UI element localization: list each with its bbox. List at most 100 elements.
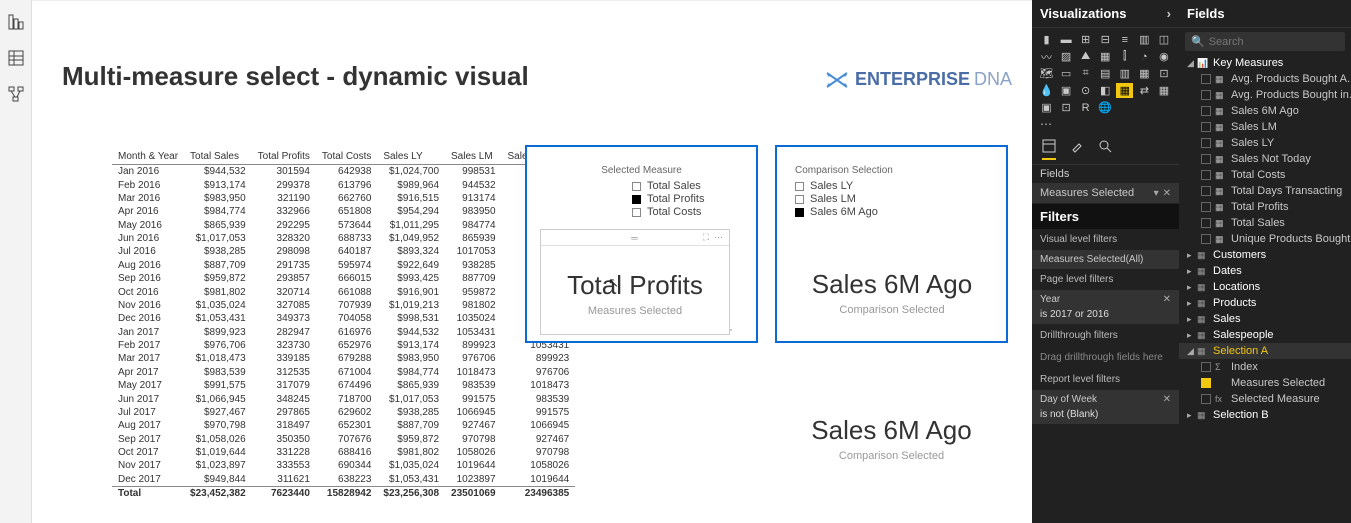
table-header[interactable]: Total Sales: [184, 149, 252, 165]
report-view-icon[interactable]: [0, 6, 32, 38]
visual-type-icon[interactable]: ⫿: [1116, 49, 1133, 64]
table-item[interactable]: ▸▦Sales: [1179, 311, 1351, 327]
model-view-icon[interactable]: [0, 78, 32, 110]
table-row[interactable]: Jul 2017$927,467297865629602$938,2851066…: [112, 406, 575, 419]
visual-type-icon[interactable]: ▥: [1136, 32, 1153, 47]
filter-dayofweek[interactable]: Day of Week✕: [1032, 390, 1179, 409]
table-row[interactable]: May 2016$865,939292295573644$1,011,29598…: [112, 219, 575, 232]
table-row[interactable]: Sep 2016$959,872293857666015$993,4258877…: [112, 272, 575, 285]
table-row[interactable]: Jan 2017$899,923282947616976$944,5321053…: [112, 326, 575, 339]
visual-type-icon[interactable]: ◫: [1155, 32, 1172, 47]
visual-type-icon[interactable]: ▤: [1097, 66, 1114, 81]
field-item[interactable]: ▦Total Costs: [1179, 167, 1351, 183]
field-checkbox[interactable]: [1201, 90, 1211, 100]
table-row[interactable]: Nov 2017$1,023,897333553690344$1,035,024…: [112, 459, 575, 472]
table-row[interactable]: Mar 2016$983,950321190662760$916,5159131…: [112, 192, 575, 205]
data-view-icon[interactable]: [0, 42, 32, 74]
visual-type-icon[interactable]: ⊙: [1077, 83, 1094, 98]
table-row[interactable]: Dec 2017$949,844311621638223$1,053,43110…: [112, 473, 575, 487]
remove-filter-icon[interactable]: ✕: [1163, 294, 1171, 305]
visual-type-icon[interactable]: 🗺: [1038, 66, 1055, 81]
table-item[interactable]: ▸▦Dates: [1179, 263, 1351, 279]
visual-type-icon[interactable]: ▣: [1058, 83, 1075, 98]
table-item[interactable]: ▸▦Locations: [1179, 279, 1351, 295]
table-item[interactable]: ▸▦Customers: [1179, 247, 1351, 263]
slicer-item[interactable]: Total Profits: [632, 193, 756, 205]
visual-type-icon[interactable]: ⊡: [1058, 100, 1075, 115]
field-item[interactable]: fxSelected Measure: [1179, 391, 1351, 407]
dropdown-icon[interactable]: ▾: [1154, 188, 1159, 199]
table-row[interactable]: Nov 2016$1,035,024327085707939$1,019,213…: [112, 299, 575, 312]
card-total-profits[interactable]: ═ ⛶ ⋯ Total Profits Measures Selected: [540, 229, 730, 335]
visual-type-icon[interactable]: 🌐: [1097, 100, 1114, 115]
field-item[interactable]: ▦Total Days Transacting: [1179, 183, 1351, 199]
checkbox-icon[interactable]: [795, 208, 804, 217]
checkbox-icon[interactable]: [632, 195, 641, 204]
field-item[interactable]: ▦Avg. Products Bought A...: [1179, 71, 1351, 87]
visual-type-icon[interactable]: ▦: [1097, 49, 1114, 64]
table-row[interactable]: Mar 2017$1,018,473339185679288$983,95097…: [112, 352, 575, 365]
field-checkbox[interactable]: [1201, 170, 1211, 180]
slicer-item[interactable]: Sales LM: [795, 193, 1006, 205]
more-visuals-icon[interactable]: ⋯: [1032, 117, 1179, 135]
field-item[interactable]: ▦Avg. Products Bought in...: [1179, 87, 1351, 103]
visual-type-icon[interactable]: ⇄: [1136, 83, 1153, 98]
fields-tab-icon[interactable]: [1042, 139, 1056, 160]
visual-type-icon[interactable]: ⊞: [1077, 32, 1094, 47]
table-row[interactable]: Feb 2017$976,706323730652976$913,1748999…: [112, 339, 575, 352]
table-row[interactable]: Jul 2016$938,285298098640187$893,3241017…: [112, 245, 575, 258]
slicer-item[interactable]: Sales LY: [795, 180, 1006, 192]
visual-type-icon[interactable]: ▦: [1155, 83, 1172, 98]
visual-type-icon[interactable]: ≡: [1116, 32, 1133, 47]
table-header[interactable]: Total Costs: [316, 149, 377, 165]
analytics-tab-icon[interactable]: [1098, 139, 1112, 160]
table-item[interactable]: ▸▦Products: [1179, 295, 1351, 311]
visual-type-icon[interactable]: ⌗: [1077, 66, 1094, 81]
visual-type-icon[interactable]: ⊟: [1097, 32, 1114, 47]
field-checkbox[interactable]: [1201, 74, 1211, 84]
filter-year[interactable]: Year✕: [1032, 290, 1179, 309]
table-row[interactable]: Jun 2016$1,017,053328320688733$1,049,952…: [112, 232, 575, 245]
visual-type-icon[interactable]: ▦: [1136, 66, 1153, 81]
table-header[interactable]: Total Profits: [252, 149, 316, 165]
collapse-icon[interactable]: ›: [1167, 6, 1171, 21]
table-row[interactable]: Oct 2016$981,802320714661088$916,9019598…: [112, 285, 575, 298]
visual-type-icon[interactable]: ◉: [1155, 49, 1172, 64]
field-checkbox[interactable]: [1201, 378, 1211, 388]
visual-type-icon[interactable]: ▥: [1116, 66, 1133, 81]
slicer-item[interactable]: Total Sales: [632, 180, 756, 192]
field-item[interactable]: ▦Sales LY: [1179, 135, 1351, 151]
field-item[interactable]: ▦Sales Not Today: [1179, 151, 1351, 167]
field-well-measures[interactable]: Measures Selected ▾✕: [1032, 183, 1179, 204]
table-row[interactable]: Aug 2016$887,709291735595974$922,6499382…: [112, 259, 575, 272]
table-row[interactable]: Jan 2016$944,532301594642938$1,024,70099…: [112, 165, 575, 179]
slicer-item[interactable]: Sales 6M Ago: [795, 206, 1006, 218]
search-input[interactable]: [1209, 36, 1351, 48]
table-row[interactable]: May 2017$991,575317079674496$865,9399835…: [112, 379, 575, 392]
table-row[interactable]: Apr 2017$983,539312535671004$984,7741018…: [112, 366, 575, 379]
table-row[interactable]: Apr 2016$984,774332966651808$954,2949839…: [112, 205, 575, 218]
visual-type-icon[interactable]: ◧: [1097, 83, 1114, 98]
visual-type-icon[interactable]: R: [1077, 100, 1094, 115]
field-checkbox[interactable]: [1201, 122, 1211, 132]
search-box[interactable]: 🔍: [1185, 32, 1345, 51]
card-sales-6m[interactable]: Sales 6M Ago Comparison Selected: [785, 415, 998, 462]
remove-field-icon[interactable]: ✕: [1163, 188, 1171, 199]
remove-filter-icon[interactable]: ✕: [1163, 394, 1171, 405]
visual-type-icon[interactable]: ▦: [1116, 83, 1133, 98]
table-row[interactable]: Oct 2017$1,019,644331228688416$981,80210…: [112, 446, 575, 459]
table-header[interactable]: Sales LM: [445, 149, 502, 165]
more-options-icon[interactable]: ⋯: [714, 232, 723, 243]
visual-type-icon[interactable]: ⛰: [1077, 49, 1094, 64]
field-checkbox[interactable]: [1201, 234, 1211, 244]
field-item[interactable]: ▦Sales LM: [1179, 119, 1351, 135]
table-item[interactable]: ▸▦Salespeople: [1179, 327, 1351, 343]
table-header[interactable]: Sales LY: [377, 149, 445, 165]
checkbox-icon[interactable]: [795, 182, 804, 191]
field-checkbox[interactable]: [1201, 394, 1211, 404]
field-item[interactable]: ▦Unique Products Bought: [1179, 231, 1351, 247]
visual-type-icon[interactable]: ◔: [1136, 49, 1153, 64]
table-row[interactable]: Jun 2017$1,066,945348245718700$1,017,053…: [112, 392, 575, 405]
checkbox-icon[interactable]: [795, 195, 804, 204]
table-key-measures[interactable]: ◢📊Key Measures: [1179, 55, 1351, 71]
